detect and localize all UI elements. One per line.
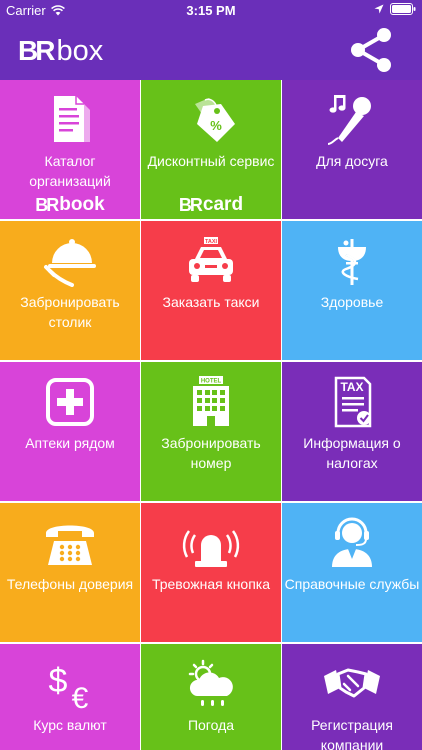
location-arrow-icon — [374, 4, 384, 14]
share-icon — [351, 28, 391, 72]
tile-label: Регистрация компании — [311, 717, 393, 750]
tile-label: Телефоны доверия — [6, 576, 134, 592]
app-header: Carrier 3:15 PM BR box — [0, 0, 422, 80]
tile-label: Тревожная кнопка — [151, 576, 271, 592]
tax-document-icon: TAX — [334, 376, 372, 428]
discount-tags-icon: % — [195, 98, 235, 142]
svg-text:%: % — [210, 118, 222, 133]
brbook-logo: BR book — [35, 194, 105, 215]
currency-icon: $ € — [49, 662, 89, 710]
tile-registration[interactable]: Регистрация компании — [282, 644, 422, 750]
battery-icon — [390, 3, 416, 15]
tile-weather[interactable]: Погода — [141, 644, 281, 750]
tile-discount[interactable]: % Дисконтный сервис BR card — [141, 80, 281, 219]
tile-catalog[interactable]: Каталог организаций BR book — [0, 80, 140, 219]
tile-taxi[interactable]: TAXI Заказать такси — [141, 221, 281, 360]
svg-text:€: € — [72, 682, 89, 710]
hotel-icon: HOTEL — [193, 376, 229, 426]
tile-leisure[interactable]: Для досуга — [282, 80, 422, 219]
tile-taxes[interactable]: TAX Информация о налогах — [282, 362, 422, 501]
svg-text:TAXI: TAXI — [205, 239, 218, 245]
tile-hotel[interactable]: HOTEL Забронировать номер — [141, 362, 281, 501]
tile-label: Дисконтный сервис — [147, 153, 275, 169]
tile-table[interactable]: Забронировать столик — [0, 221, 140, 360]
tile-label: Забронировать номер — [161, 435, 261, 471]
alarm-siren-icon — [182, 530, 240, 567]
tile-label: Заказать такси — [162, 294, 260, 310]
tile-label: Погода — [187, 717, 235, 733]
tile-label: Здоровье — [320, 294, 384, 310]
status-time: 3:15 PM — [186, 3, 236, 18]
support-operator-icon — [332, 517, 372, 567]
taxi-icon: TAXI — [189, 237, 233, 282]
tile-info[interactable]: Справочные службы — [282, 503, 422, 642]
status-right — [374, 3, 416, 15]
app-logo: BR box — [18, 34, 104, 67]
services-grid: Каталог организаций BR book % Дисконтный… — [0, 80, 422, 750]
status-bar: Carrier 3:15 PM — [0, 0, 422, 20]
caduceus-icon — [338, 239, 366, 285]
tile-label: Для досуга — [316, 153, 388, 169]
tile-health[interactable]: Здоровье — [282, 221, 422, 360]
tile-alarm[interactable]: Тревожная кнопка — [141, 503, 281, 642]
tile-label: Курс валют — [33, 717, 107, 733]
tile-label: Забронировать столик — [20, 294, 120, 330]
tile-hotline[interactable]: Телефоны доверия — [0, 503, 140, 642]
telephone-icon — [46, 525, 94, 565]
weather-icon — [188, 659, 233, 706]
svg-text:TAX: TAX — [340, 380, 363, 394]
tile-label: Каталог организаций — [29, 153, 111, 189]
share-button[interactable] — [346, 27, 396, 73]
tile-label: Справочные службы — [284, 576, 420, 592]
logo-word: box — [56, 34, 104, 67]
waiter-cloche-icon — [44, 239, 96, 287]
svg-text:$: $ — [49, 662, 68, 700]
tile-label: Аптеки рядом — [25, 435, 115, 451]
documents-icon — [54, 96, 90, 142]
tile-pharmacy[interactable]: Аптеки рядом — [0, 362, 140, 501]
brcard-logo: BR card — [178, 194, 244, 215]
pharmacy-cross-icon — [46, 378, 94, 426]
handshake-icon — [324, 668, 380, 698]
svg-text:HOTEL: HOTEL — [201, 379, 222, 385]
tile-label: Информация о налогах — [303, 435, 401, 471]
tile-currency[interactable]: $ € Курс валют — [0, 644, 140, 750]
microphone-music-icon — [327, 95, 371, 145]
logo-mark: BR — [18, 35, 55, 66]
